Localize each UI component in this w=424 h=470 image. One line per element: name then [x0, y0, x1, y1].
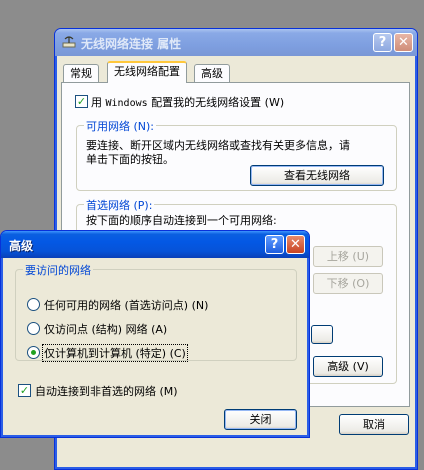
preferred-networks-legend: 首选网络 (P): — [84, 197, 155, 213]
cancel-button[interactable]: 取消 — [339, 414, 409, 435]
advanced-dialog: 高级 ? ✕ 要访问的网络 任何可用的网络 (首选访问点) (N) 仅访问点 (… — [0, 230, 310, 438]
radio-computer-to-computer-label[interactable]: 仅计算机到计算机 (特定) (C) — [42, 344, 188, 362]
move-up-button[interactable]: 上移 (U) — [313, 246, 383, 267]
advanced-help-button[interactable]: ? — [265, 235, 284, 254]
properties-help-button[interactable]: ? — [373, 33, 392, 52]
preferred-desc: 按下面的顺序自动连接到一个可用网络: — [86, 214, 277, 227]
use-windows-checkbox[interactable]: ✓ — [75, 95, 88, 108]
use-windows-label[interactable]: 用 Windows 配置我的无线网络设置 (W) — [91, 94, 284, 110]
advanced-titlebar[interactable]: 高级 ? ✕ — [1, 231, 309, 258]
tab-wireless-config[interactable]: 无线网络配置 — [107, 61, 187, 83]
radio-any-network-label[interactable]: 任何可用的网络 (首选访问点) (N) — [44, 297, 208, 313]
auto-connect-checkbox[interactable]: ✓ — [18, 384, 31, 397]
radio-access-point-only-label[interactable]: 仅访问点 (结构) 网络 (A) — [44, 321, 167, 337]
properties-title: 无线网络连接 属性 — [81, 37, 182, 51]
properties-close-button[interactable]: ✕ — [394, 33, 413, 52]
available-desc-line2: 单击下面的按钮。 — [86, 153, 174, 166]
networks-to-access-legend: 要访问的网络 — [23, 262, 93, 278]
available-networks-legend: 可用网络 (N): — [84, 118, 157, 134]
radio-any-network[interactable] — [27, 298, 40, 311]
advanced-title: 高级 — [9, 239, 34, 253]
use-windows-label-post: 配置我的无线网络设置 (W) — [151, 96, 285, 109]
auto-connect-label[interactable]: 自动连接到非首选的网络 (M) — [35, 383, 178, 399]
use-windows-label-pre: 用 — [91, 96, 102, 109]
use-windows-label-mono: Windows — [105, 98, 148, 109]
radio-computer-to-computer[interactable] — [27, 346, 40, 359]
network-icon — [61, 34, 77, 50]
advanced-button[interactable]: 高级 (V) — [313, 356, 383, 377]
tab-advanced[interactable]: 高级 — [194, 64, 230, 82]
advanced-close-x-button[interactable]: ✕ — [286, 235, 305, 254]
radio-selected-dot — [31, 350, 36, 355]
hidden-button-edge — [311, 325, 333, 344]
close-button[interactable]: 关闭 — [224, 409, 297, 430]
move-down-button[interactable]: 下移 (O) — [313, 273, 383, 294]
tab-general[interactable]: 常规 — [63, 64, 99, 82]
radio-access-point-only[interactable] — [27, 322, 40, 335]
properties-titlebar[interactable]: 无线网络连接 属性 ? ✕ — [55, 29, 417, 56]
view-wireless-networks-button[interactable]: 查看无线网络 — [250, 165, 384, 186]
